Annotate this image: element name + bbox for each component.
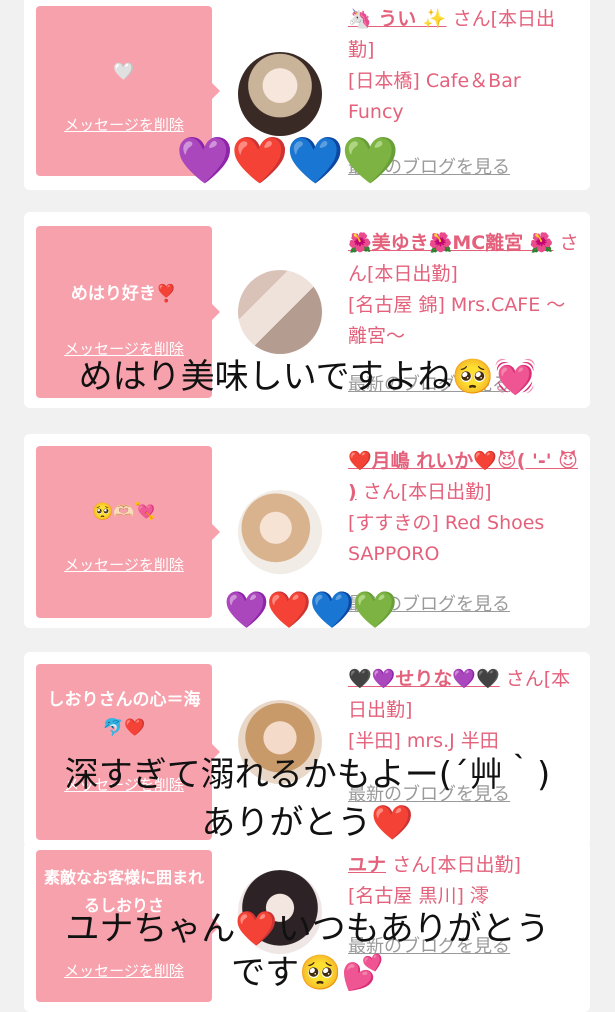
- shop-name[interactable]: [すすきの] Red Shoes SAPPORO: [348, 512, 544, 565]
- message-text: 🤍: [113, 62, 135, 82]
- delete-message-link[interactable]: メッセージを削除: [36, 554, 212, 575]
- shop-name[interactable]: [名古屋 錦] Mrs.CAFE 〜離宮〜: [348, 294, 565, 347]
- status-text: さん[本日出勤]: [362, 481, 492, 503]
- message-bubble: 🥺🫶🏻💘 メッセージを削除: [36, 446, 220, 618]
- avatar[interactable]: [238, 270, 322, 354]
- cast-name[interactable]: 🖤💜せりな💜🖤: [348, 668, 500, 690]
- cast-name[interactable]: 🌺美ゆき🌺MC離宮 🌺: [348, 232, 553, 254]
- delete-message-link[interactable]: メッセージを削除: [36, 114, 212, 135]
- status-text: さん[本日出勤]: [392, 854, 521, 876]
- overlay-caption-5b: です🥺💕: [231, 953, 384, 993]
- overlay-caption-5a: ユナちゃん❤️いつもありがとう: [65, 909, 550, 949]
- shop-name[interactable]: [名古屋 黒川] 澪: [348, 885, 489, 907]
- cast-name[interactable]: ユナ: [348, 854, 386, 876]
- overlay-hearts-1: 💜❤️💙💚: [176, 133, 399, 187]
- message-text: 🥺🫶🏻💘: [92, 502, 156, 522]
- overlay-hearts-3: 💜❤️💙💚: [224, 590, 397, 631]
- cast-name[interactable]: 🦄 うい ✨: [348, 8, 447, 30]
- message-text: しおりさんの心＝海🐬❤️: [47, 690, 201, 738]
- overlay-caption-4b: ありがとう❤️: [201, 803, 414, 843]
- avatar[interactable]: [238, 52, 322, 136]
- overlay-caption-4a: 深すぎて溺れるかもよー(´艸｀): [64, 755, 551, 795]
- shop-name[interactable]: [日本橋] Cafe＆Bar Funcy: [348, 70, 521, 123]
- overlay-caption-2: めはり美味しいですよね🥺💓: [78, 357, 537, 397]
- message-text: めはり好き❣️: [70, 284, 178, 304]
- avatar[interactable]: [238, 490, 322, 574]
- shop-name[interactable]: [半田] mrs.J 半田: [348, 730, 499, 752]
